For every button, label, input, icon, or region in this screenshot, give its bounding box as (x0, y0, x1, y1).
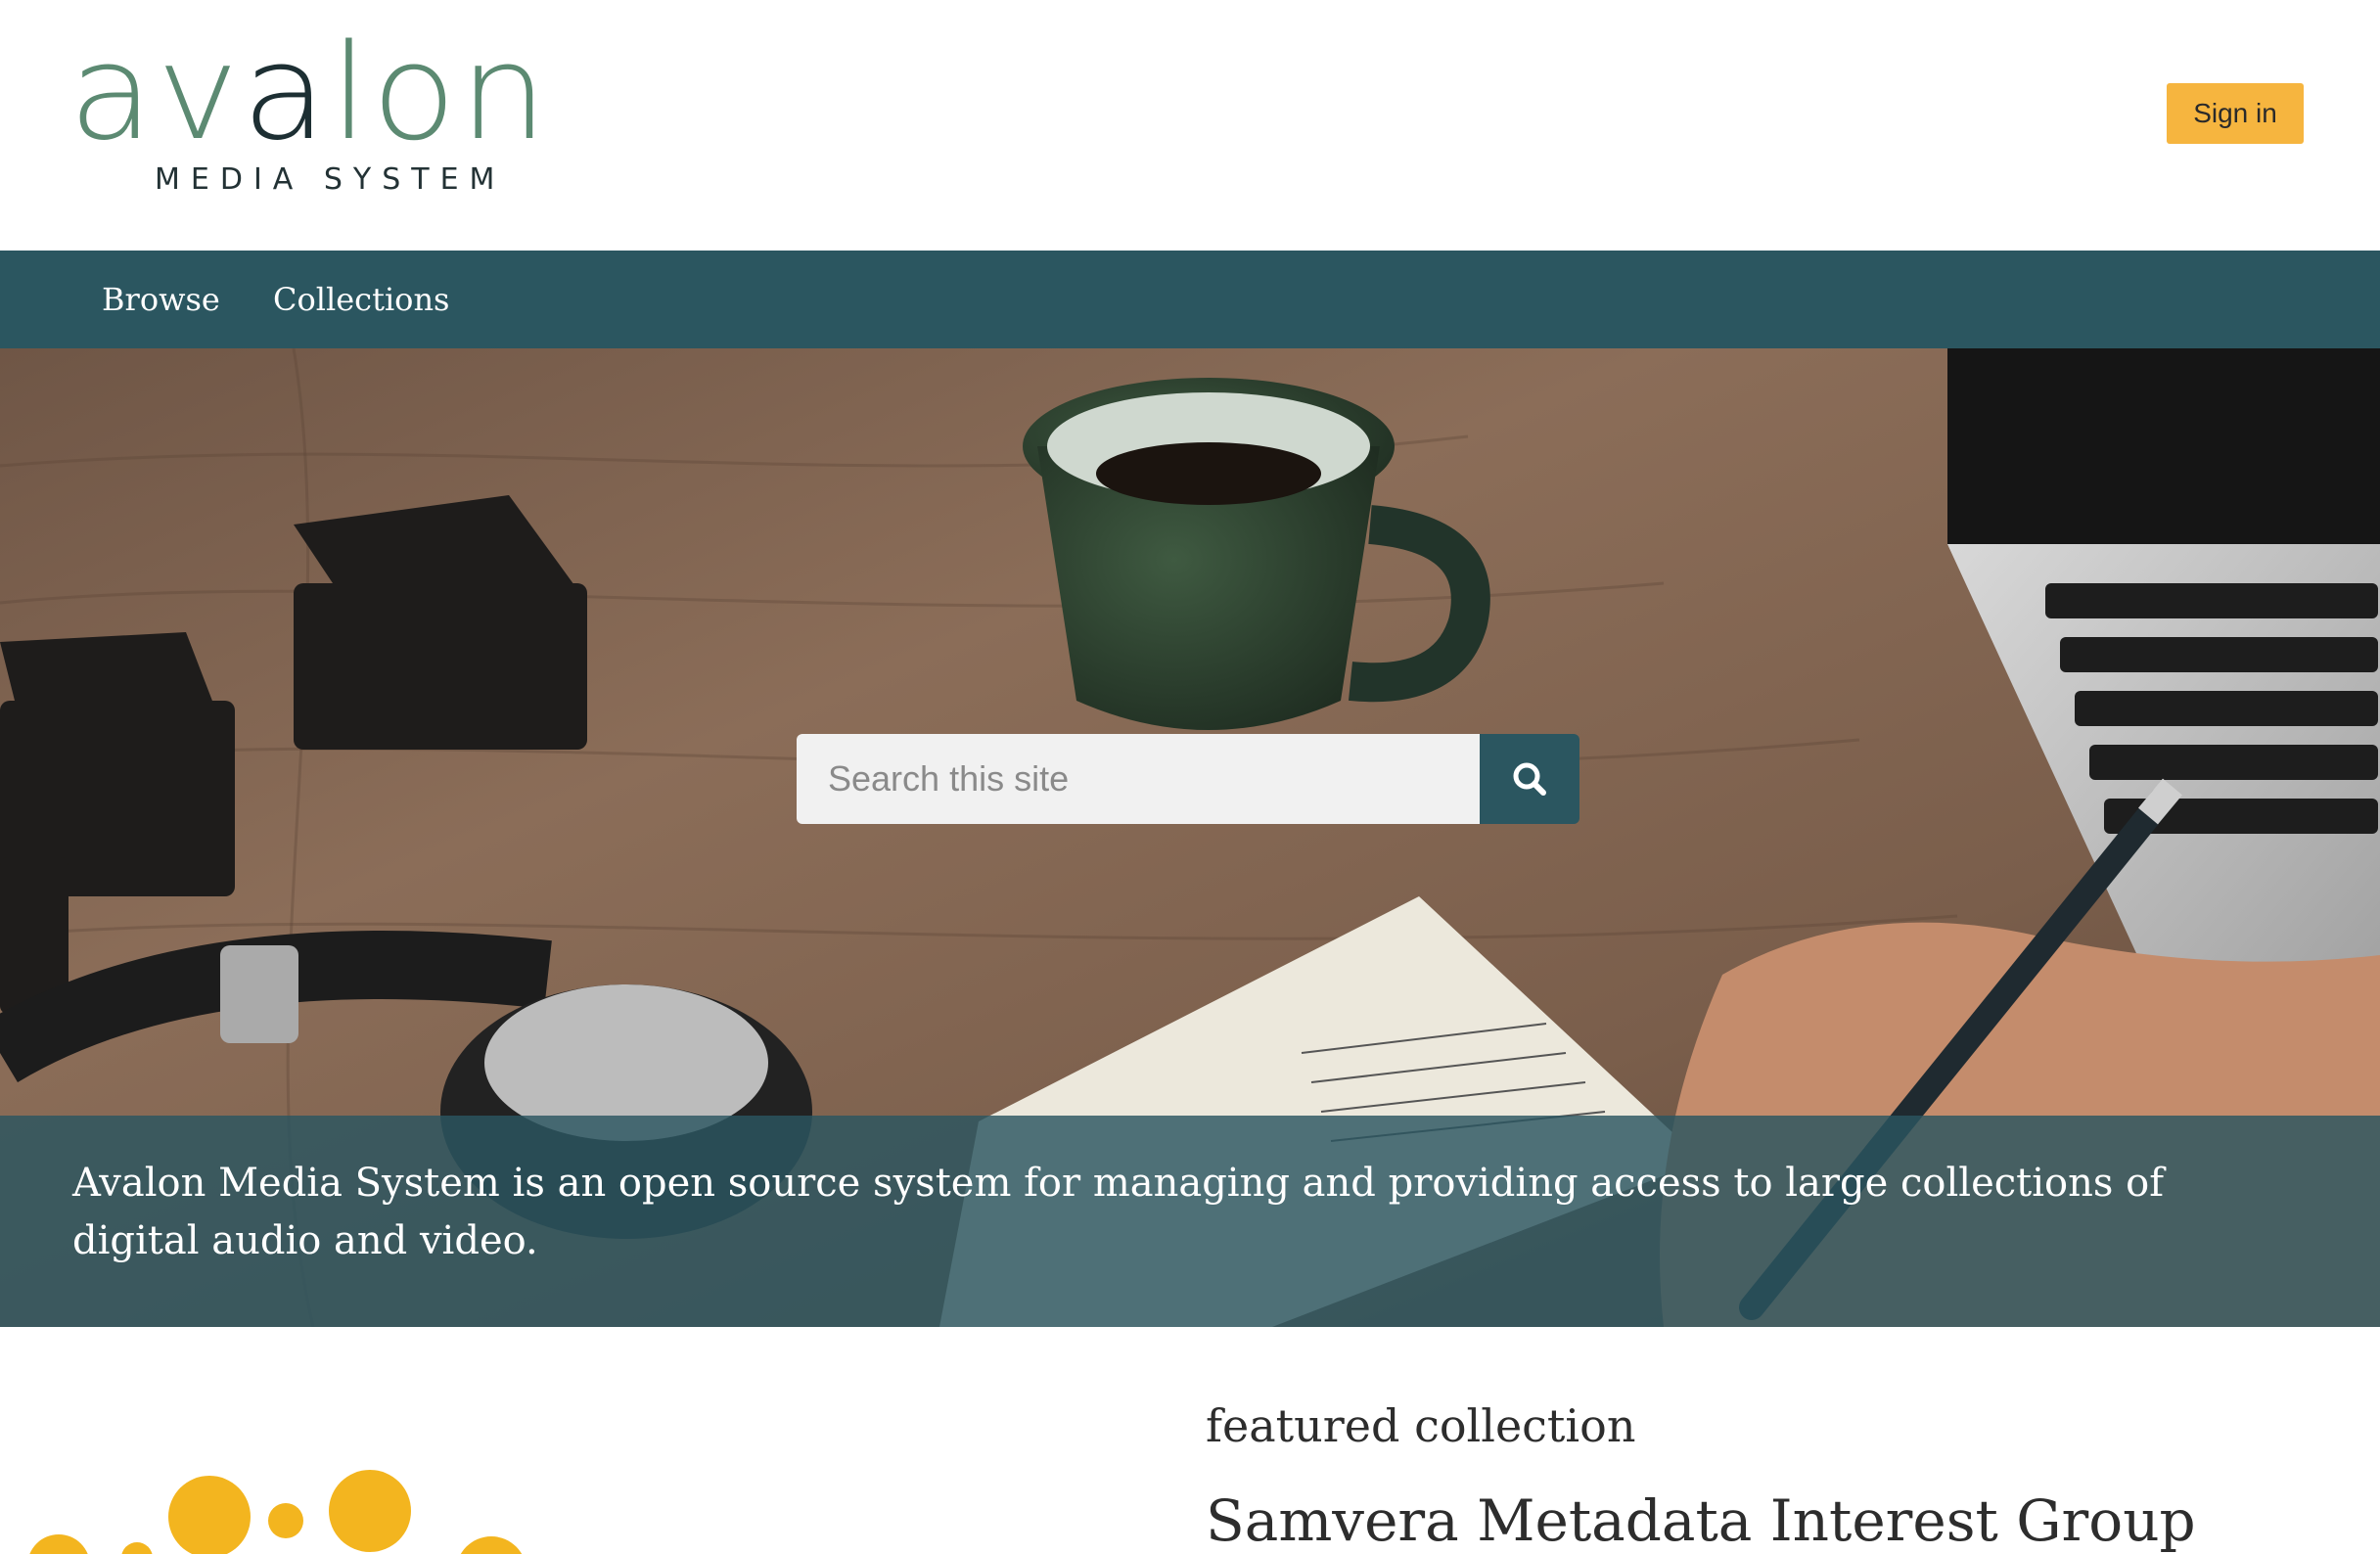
search-button[interactable] (1480, 734, 1579, 824)
nav-browse[interactable]: Browse (102, 251, 220, 348)
avalon-logo[interactable]: avalon MEDIA SYSTEM (69, 27, 547, 204)
site-header: avalon MEDIA SYSTEM Sign in (0, 0, 2380, 251)
search-form (797, 734, 1579, 824)
intro-text: Avalon Media System is an open source sy… (72, 1161, 2164, 1263)
featured-collection-title[interactable]: Samvera Metadata Interest Group (1206, 1487, 2196, 1554)
hero-section: Avalon Media System is an open source sy… (0, 348, 2380, 1327)
search-input[interactable] (797, 734, 1480, 824)
samvera-logo (29, 1470, 523, 1554)
logo-wordmark: avalon (69, 16, 551, 170)
logo-subtitle: MEDIA SYSTEM (155, 162, 506, 197)
nav-collections[interactable]: Collections (273, 251, 449, 348)
main-nav: Browse Collections (0, 251, 2380, 348)
search-icon (1513, 762, 1546, 796)
intro-banner: Avalon Media System is an open source sy… (0, 1116, 2380, 1327)
sign-in-button[interactable]: Sign in (2167, 83, 2304, 144)
featured-collection-heading: featured collection (1206, 1399, 1636, 1452)
